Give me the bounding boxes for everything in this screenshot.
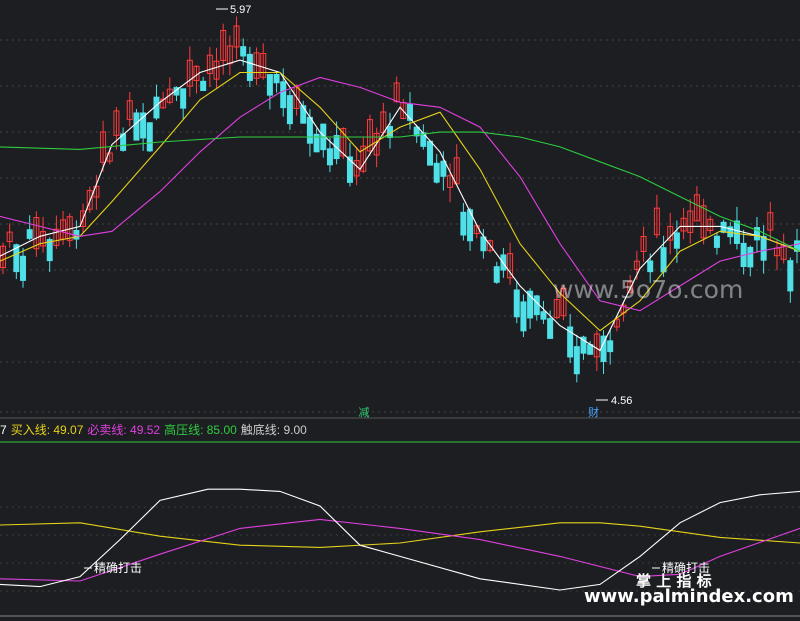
candle-body <box>660 247 667 273</box>
legend-item-0: 7 <box>0 423 7 437</box>
candle-body <box>180 88 187 109</box>
watermark-5o7o: www.5o7o.com <box>553 275 744 304</box>
candle-body <box>200 80 207 91</box>
candle-body <box>266 74 273 96</box>
candle-body <box>433 162 440 183</box>
candle-body <box>280 81 287 109</box>
signal-label-1: 财 <box>588 405 599 419</box>
candle-body <box>673 232 680 249</box>
candle-body <box>326 148 333 166</box>
candle-body <box>547 318 554 339</box>
kline-chart: 5.97 4.56 减财精确打击 精确打击 7 买入线: 49.07 必卖线: 49.52… <box>0 0 800 621</box>
ma-line-0 <box>0 59 800 352</box>
candle-body <box>787 260 794 292</box>
watermark-url: www.palmindex.com <box>584 586 794 607</box>
candle-body <box>460 211 467 236</box>
candle-body <box>300 105 307 124</box>
candle-body <box>760 235 767 261</box>
candle-body <box>273 73 280 84</box>
candle-body <box>493 266 500 283</box>
candle-body <box>286 95 293 125</box>
candle-body <box>133 112 140 141</box>
legend-item-3: 高压线: 85.00 <box>164 423 237 437</box>
high-label: 5.97 <box>230 4 251 16</box>
legend-item-1: 买入线: 49.07 <box>10 423 84 437</box>
candle-body <box>533 295 540 316</box>
indicator-legend: 7 买入线: 49.07 必卖线: 49.52 高压线: 85.00 触底线: 9.00 <box>0 421 311 437</box>
low-label: 4.56 <box>611 395 632 407</box>
legend-item-4: 触底线: 9.00 <box>240 423 307 437</box>
candle-body <box>20 255 27 281</box>
candle-body <box>713 235 720 248</box>
precise-hit-label-0: 精确打击 <box>94 561 142 575</box>
candle-body <box>240 46 247 57</box>
candle-body <box>520 301 527 332</box>
candle-body <box>540 311 547 320</box>
candle-body <box>440 160 447 177</box>
chart-canvas: 5.974.56减 财精确打击 精确打击 <box>0 4 800 617</box>
candle-body <box>26 229 33 239</box>
candle-body <box>427 140 434 166</box>
candle-body <box>306 116 313 144</box>
candle-body <box>647 260 654 273</box>
candle-body <box>573 346 580 375</box>
candle-body <box>246 53 253 81</box>
signal-label-0: 减 <box>359 406 370 419</box>
candle-body <box>146 122 153 152</box>
legend-item-2: 必卖线: 49.52 <box>87 423 161 437</box>
candle-body <box>346 156 353 183</box>
candle-body <box>607 340 614 353</box>
candle-body <box>587 344 594 355</box>
candle-body <box>747 246 754 268</box>
candle-body <box>513 289 520 318</box>
candle-body <box>733 220 740 244</box>
